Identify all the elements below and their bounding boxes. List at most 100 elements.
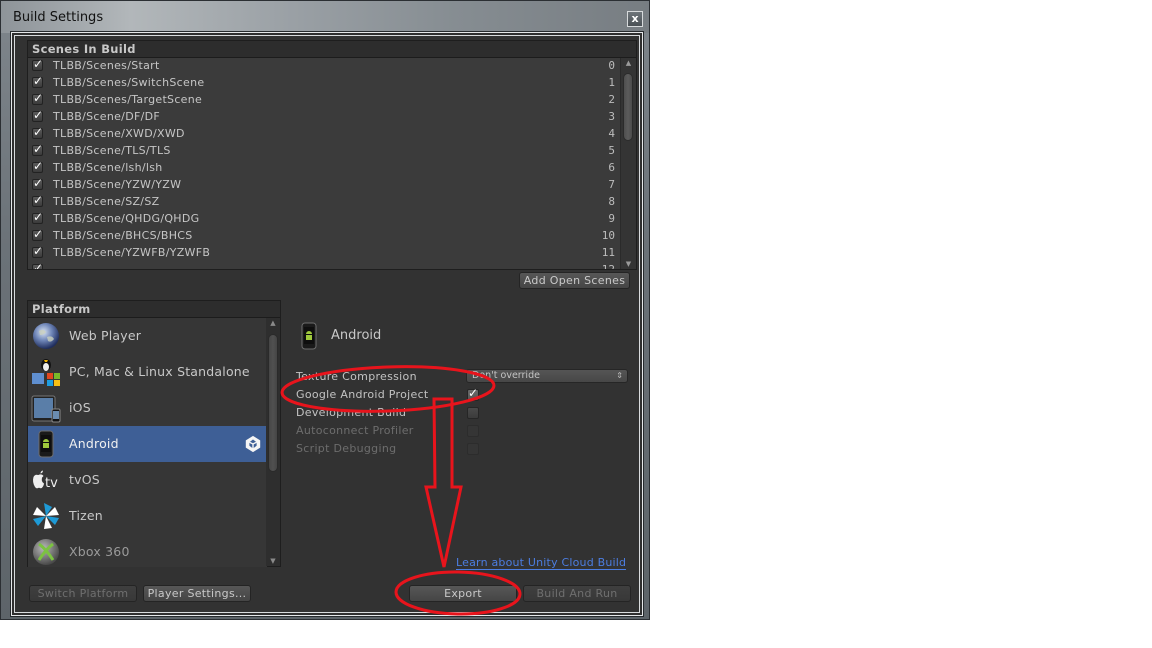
autoconnect-profiler-checkbox[interactable] — [467, 425, 479, 437]
platform-item-tizen[interactable]: Tizen — [28, 498, 267, 534]
platform-settings-title: Android — [331, 328, 381, 343]
platform-label: iOS — [69, 400, 91, 415]
platform-label: Web Player — [69, 328, 141, 343]
platform-label: tvOS — [69, 472, 100, 487]
scene-checkbox[interactable] — [32, 77, 43, 88]
scene-row[interactable]: TLBB/Scene/XWD/XWD 4 — [28, 126, 621, 143]
platform-panel: Platform Web Player — [27, 300, 281, 567]
pc-mac-linux-icon — [31, 357, 61, 387]
scene-name: TLBB/Scenes/TargetScene — [53, 93, 202, 106]
scroll-up-arrow-icon[interactable]: ▲ — [621, 58, 636, 68]
scenes-in-build-panel: Scenes In Build TLBB/Scenes/Start0TLBB/S… — [27, 40, 637, 270]
scene-list-scrollbar[interactable]: ▲ ▼ — [620, 58, 636, 269]
apple-tv-icon: tv — [31, 465, 65, 495]
platform-list-scrollbar[interactable]: ▲ ▼ — [266, 318, 280, 566]
scene-row[interactable]: TLBB/Scene/TLS/TLS 5 — [28, 143, 621, 160]
scene-row[interactable]: TLBB/Scenes/Start 0 — [28, 58, 621, 75]
scene-row[interactable]: TLBB/Scene/lsh/lsh6 — [28, 160, 621, 177]
scene-row[interactable]: TLBB/Scene/SZ/SZ8 — [28, 194, 621, 211]
scene-row[interactable]: 12 — [28, 262, 621, 269]
autoconnect-profiler-label: Autoconnect Profiler — [296, 424, 414, 437]
scene-index: 9 — [608, 212, 615, 225]
window-title: Build Settings — [13, 10, 103, 25]
scene-checkbox[interactable] — [32, 111, 43, 122]
scene-checkbox[interactable] — [32, 264, 43, 269]
scene-name: TLBB/Scene/lsh/lsh — [53, 161, 163, 174]
scene-index: 10 — [602, 229, 615, 242]
scene-name: TLBB/Scene/QHDG/QHDG — [53, 212, 199, 225]
platform-label: Android — [69, 436, 119, 451]
scene-index: 8 — [608, 195, 615, 208]
scene-row[interactable]: TLBB/Scene/BHCS/BHCS10 — [28, 228, 621, 245]
google-android-project-checkbox[interactable] — [467, 389, 479, 401]
window-content: Scenes In Build TLBB/Scenes/Start0TLBB/S… — [14, 35, 640, 613]
platform-item-tvos[interactable]: tv tvOS — [28, 462, 267, 498]
unity-cloud-build-link[interactable]: Learn about Unity Cloud Build — [456, 557, 626, 570]
scene-row[interactable]: TLBB/Scene/QHDG/QHDG 9 — [28, 211, 621, 228]
close-icon: x — [631, 12, 638, 25]
scene-name: TLBB/Scenes/SwitchScene — [53, 76, 204, 89]
switch-platform-button[interactable]: Switch Platform — [29, 585, 137, 602]
scene-row[interactable]: TLBB/Scenes/TargetScene2 — [28, 92, 621, 109]
scene-name: TLBB/Scene/TLS/TLS — [53, 144, 171, 157]
dropdown-arrows-icon: ⇕ — [616, 370, 623, 382]
scroll-thumb[interactable] — [623, 73, 633, 141]
script-debugging-label: Script Debugging — [296, 442, 396, 455]
add-open-scenes-button[interactable]: Add Open Scenes — [519, 272, 630, 289]
scene-index: 0 — [608, 59, 615, 72]
xbox-icon — [31, 537, 61, 567]
platform-label: Xbox 360 — [69, 544, 130, 559]
scene-index: 5 — [608, 144, 615, 157]
texture-compression-label: Texture Compression — [296, 370, 417, 383]
globe-icon — [31, 321, 61, 351]
scroll-down-arrow-icon[interactable]: ▼ — [266, 556, 280, 566]
platform-item-web-player[interactable]: Web Player — [28, 318, 267, 354]
development-build-label: Development Build — [296, 406, 406, 419]
scene-index: 4 — [608, 127, 615, 140]
scene-name: TLBB/Scene/YZWFB/YZWFB — [53, 246, 210, 259]
scene-checkbox[interactable] — [32, 128, 43, 139]
player-settings-button[interactable]: Player Settings... — [143, 585, 251, 602]
script-debugging-checkbox[interactable] — [467, 443, 479, 455]
unity-logo-icon — [244, 435, 262, 453]
scene-checkbox[interactable] — [32, 60, 43, 71]
texture-compression-value: Don't override — [472, 370, 540, 381]
scene-checkbox[interactable] — [32, 196, 43, 207]
scene-checkbox[interactable] — [32, 247, 43, 258]
scene-row[interactable]: TLBB/Scene/YZWFB/YZWFB 11 — [28, 245, 621, 262]
scene-name: TLBB/Scene/XWD/XWD — [53, 127, 185, 140]
scene-checkbox[interactable] — [32, 94, 43, 105]
scroll-up-arrow-icon[interactable]: ▲ — [266, 318, 280, 328]
platform-item-standalone[interactable]: PC, Mac & Linux Standalone — [28, 354, 267, 390]
close-button[interactable]: x — [627, 11, 643, 27]
platform-settings-panel: Android Texture Compression Don't overri… — [293, 316, 637, 576]
scroll-thumb[interactable] — [268, 334, 278, 472]
ios-device-icon — [31, 393, 61, 423]
development-build-checkbox[interactable] — [467, 407, 479, 419]
scene-index: 12 — [602, 263, 615, 269]
scene-checkbox[interactable] — [32, 179, 43, 190]
scene-checkbox[interactable] — [32, 213, 43, 224]
scene-row[interactable]: TLBB/Scene/DF/DF3 — [28, 109, 621, 126]
title-bar[interactable]: Build Settings x — [1, 1, 649, 33]
scene-checkbox[interactable] — [32, 145, 43, 156]
scene-index: 11 — [602, 246, 615, 259]
platform-item-android[interactable]: Android — [28, 426, 267, 462]
scene-checkbox[interactable] — [32, 230, 43, 241]
scene-row[interactable]: TLBB/Scene/YZW/YZW7 — [28, 177, 621, 194]
export-button[interactable]: Export — [409, 585, 517, 602]
platform-item-ios[interactable]: iOS — [28, 390, 267, 426]
scene-name: TLBB/Scenes/Start — [53, 59, 160, 72]
scene-list: TLBB/Scenes/Start 0 TLBB/Scenes/SwitchScen… — [28, 58, 621, 269]
texture-compression-dropdown[interactable]: Don't override ⇕ — [466, 369, 628, 383]
build-settings-window: Build Settings x Scenes In Build TLBB/Sc… — [0, 0, 650, 620]
platform-label: PC, Mac & Linux Standalone — [69, 364, 250, 379]
scene-checkbox[interactable] — [32, 162, 43, 173]
platform-list: Web Player PC, Mac & — [28, 318, 267, 567]
scene-name: TLBB/Scene/YZW/YZW — [53, 178, 181, 191]
scene-row[interactable]: TLBB/Scenes/SwitchScene1 — [28, 75, 621, 92]
platform-item-xbox-360[interactable]: Xbox 360 — [28, 534, 267, 567]
scroll-down-arrow-icon[interactable]: ▼ — [621, 259, 636, 269]
build-and-run-button[interactable]: Build And Run — [523, 585, 631, 602]
scene-name: TLBB/Scene/DF/DF — [53, 110, 160, 123]
